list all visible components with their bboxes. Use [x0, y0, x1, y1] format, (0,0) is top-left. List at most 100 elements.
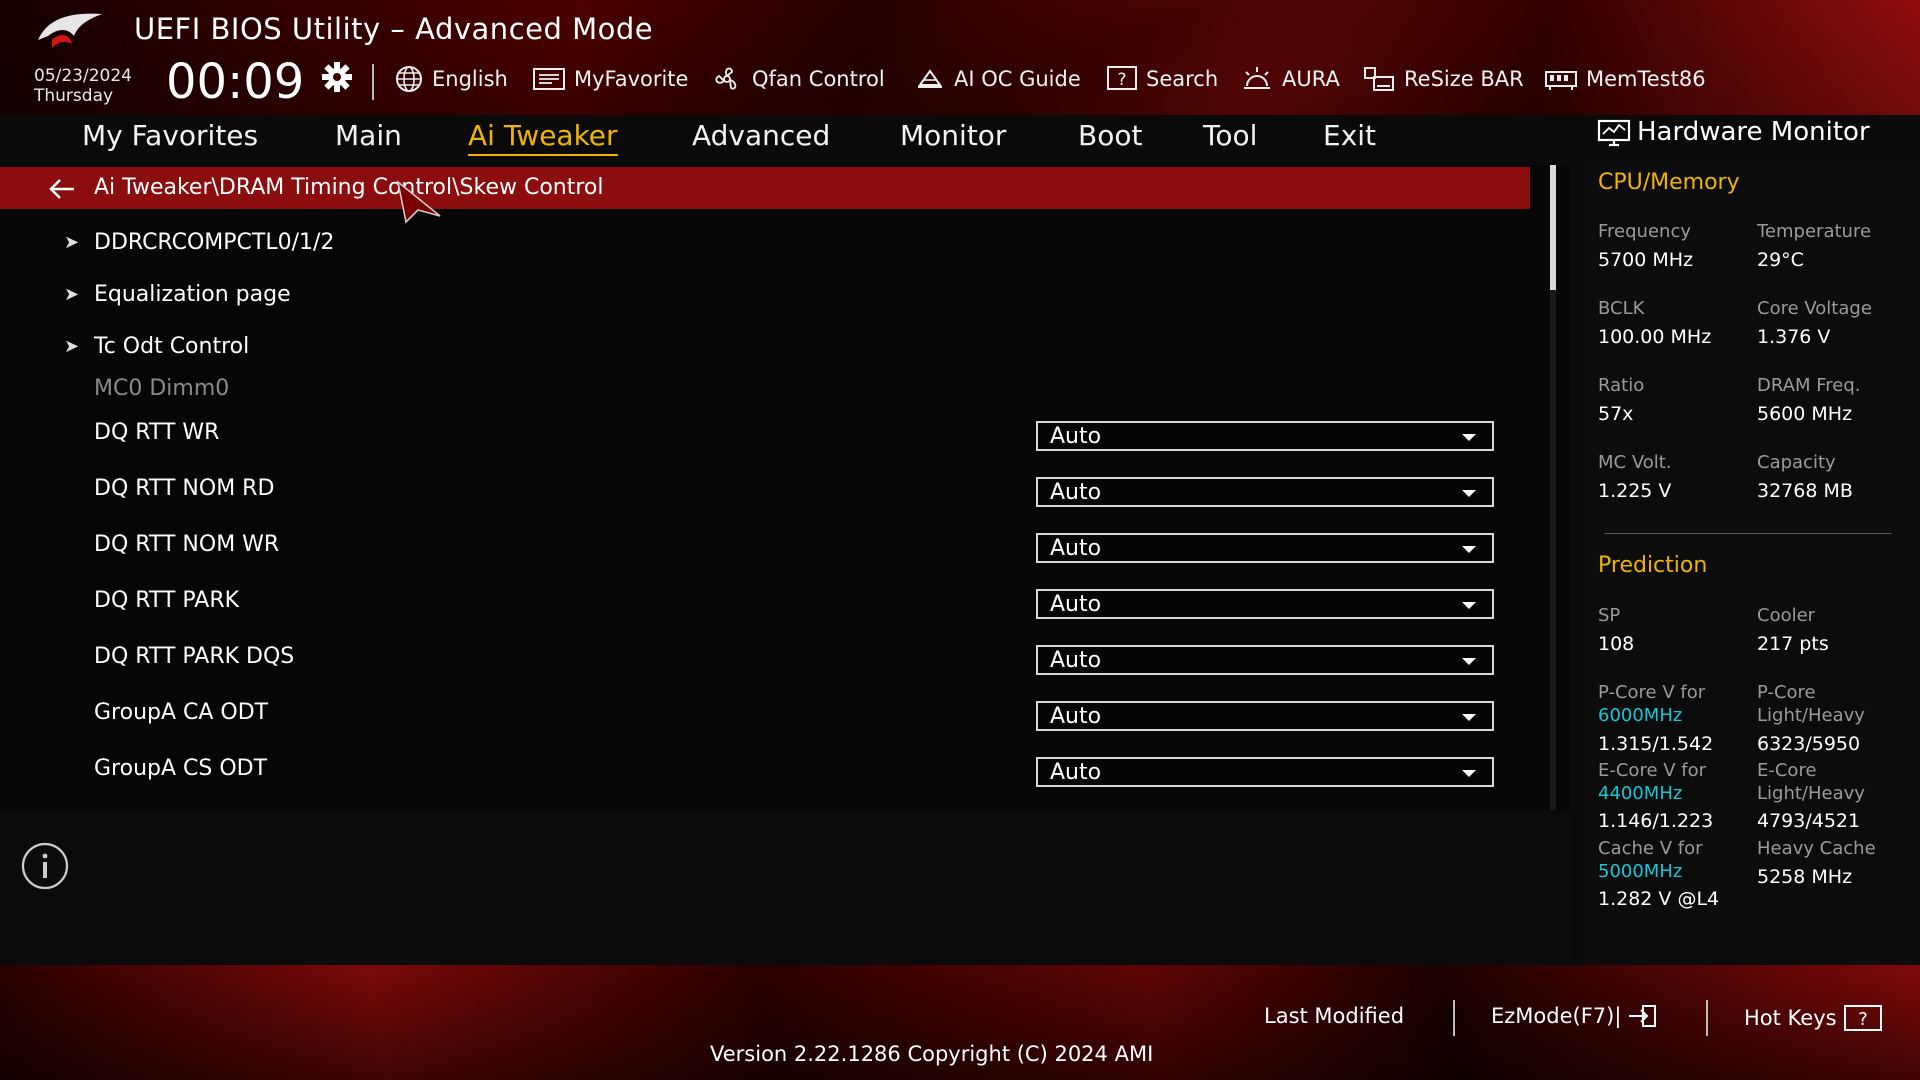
- hw-label-core-voltage: Core Voltage: [1757, 298, 1872, 319]
- hw-value-dram-freq: 5600 MHz: [1757, 403, 1853, 425]
- tab-exit[interactable]: Exit: [1323, 116, 1376, 156]
- myfavorite-label: MyFavorite: [574, 67, 689, 91]
- info-icon: [21, 842, 69, 890]
- exit-arrow-icon: [1629, 1005, 1657, 1027]
- setting-label-dq-rtt-nom-rd: DQ RTT NOM RD: [94, 476, 275, 501]
- scrollbar-thumb[interactable]: [1550, 165, 1556, 290]
- hw-label-bclk: BCLK: [1598, 298, 1645, 319]
- breadcrumb: Ai Tweaker\DRAM Timing Control\Skew Cont…: [94, 175, 604, 200]
- submenu-tc-odt-control[interactable]: ➤ Tc Odt Control: [64, 330, 249, 362]
- submenu-equalization-page[interactable]: ➤ Equalization page: [64, 278, 291, 310]
- resize-bar-label: ReSize BAR: [1404, 67, 1524, 91]
- fan-icon: [715, 67, 737, 90]
- submenu-label: DDRCRCOMPCTL0/1/2: [94, 229, 335, 255]
- hardware-monitor-title: Hardware Monitor: [1637, 117, 1870, 147]
- dq-rtt-wr-select[interactable]: Auto: [1036, 421, 1494, 451]
- aura-icon: [1244, 67, 1270, 89]
- hw-value-core-voltage: 1.376 V: [1757, 326, 1831, 348]
- select-value: Auto: [1050, 759, 1102, 785]
- hw-value-pcore-v: 1.315/1.542: [1598, 733, 1714, 755]
- qfan-control-button[interactable]: Qfan Control: [710, 64, 885, 94]
- ezmode-button[interactable]: EzMode(F7)|: [1491, 1004, 1657, 1028]
- gear-icon[interactable]: [320, 60, 354, 94]
- setting-label-dq-rtt-park-dqs: DQ RTT PARK DQS: [94, 644, 295, 669]
- hw-label-ratio: Ratio: [1598, 375, 1645, 396]
- setting-label-dq-rtt-wr: DQ RTT WR: [94, 420, 220, 445]
- hw-label-capacity: Capacity: [1757, 452, 1836, 473]
- dropdown-arrow-icon: [1462, 490, 1476, 497]
- clock-display[interactable]: 00:09: [166, 54, 304, 110]
- submenu-ddrcrcompctl[interactable]: ➤ DDRCRCOMPCTL0/1/2: [64, 226, 334, 258]
- tab-my-favorites[interactable]: My Favorites: [82, 116, 258, 156]
- dq-rtt-nom-wr-select[interactable]: Auto: [1036, 533, 1494, 563]
- favorite-icon: [533, 68, 565, 90]
- tab-monitor[interactable]: Monitor: [900, 116, 1006, 156]
- select-value: Auto: [1050, 647, 1102, 673]
- date-display: 05/23/2024 Thursday: [34, 66, 132, 106]
- hw-value-ratio: 57x: [1598, 403, 1634, 425]
- memtest-icon: [1545, 71, 1577, 90]
- ai-oc-guide-icon: [918, 69, 942, 88]
- ai-oc-guide-button[interactable]: AI OC Guide: [914, 64, 1081, 94]
- svg-text:?: ?: [1858, 1009, 1868, 1030]
- hw-label-heavy-cache: Heavy Cache: [1757, 838, 1876, 859]
- hw-label-cooler: Cooler: [1757, 605, 1816, 626]
- hw-value-ecore-v: 1.146/1.223: [1598, 810, 1714, 832]
- back-arrow-icon[interactable]: [48, 178, 76, 200]
- dq-rtt-nom-rd-select[interactable]: Auto: [1036, 477, 1494, 507]
- hw-value-cooler: 217 pts: [1757, 633, 1829, 655]
- language-button[interactable]: English: [394, 64, 508, 94]
- dropdown-arrow-icon: [1462, 658, 1476, 665]
- language-label: English: [432, 67, 508, 91]
- search-label: Search: [1146, 67, 1219, 91]
- setting-label-dq-rtt-nom-wr: DQ RTT NOM WR: [94, 532, 280, 557]
- monitor-icon: [1597, 119, 1631, 147]
- setting-label-dq-rtt-park: DQ RTT PARK: [94, 588, 240, 613]
- hw-label-sp: SP: [1598, 605, 1621, 626]
- tab-ai-tweaker[interactable]: Ai Tweaker: [468, 116, 618, 156]
- dropdown-arrow-icon: [1462, 714, 1476, 721]
- dq-rtt-park-select[interactable]: Auto: [1036, 589, 1494, 619]
- group-label: MC0 Dimm0: [94, 376, 230, 401]
- last-modified-label: Last Modified: [1264, 1004, 1405, 1028]
- hw-label-frequency: Frequency: [1598, 221, 1691, 242]
- search-button[interactable]: ? Search: [1106, 64, 1218, 94]
- hw-value-pcore-lh: 6323/5950: [1757, 733, 1861, 755]
- dropdown-arrow-icon: [1462, 770, 1476, 777]
- memtest86-button[interactable]: MemTest86: [1544, 64, 1706, 94]
- hw-value-frequency: 5700 MHz: [1598, 249, 1694, 271]
- hot-keys-button[interactable]: Hot Keys ?: [1744, 1004, 1883, 1032]
- hw-label-cache-v: Cache V for: [1598, 838, 1703, 859]
- tab-advanced[interactable]: Advanced: [692, 116, 830, 156]
- question-box-icon: ?: [1843, 1005, 1882, 1031]
- resize-bar-button[interactable]: ReSize BAR: [1362, 64, 1524, 94]
- tab-main[interactable]: Main: [335, 116, 402, 156]
- memtest86-label: MemTest86: [1586, 67, 1706, 91]
- hw-label-pcore-lh-2: Light/Heavy: [1757, 705, 1865, 726]
- hw-freq-pcore: 6000MHz: [1598, 705, 1683, 726]
- aura-button[interactable]: AURA: [1240, 64, 1340, 94]
- submenu-label: Equalization page: [94, 281, 291, 307]
- hot-keys-label: Hot Keys: [1744, 1006, 1837, 1030]
- tab-boot[interactable]: Boot: [1078, 116, 1142, 156]
- hw-label-dram-freq: DRAM Freq.: [1757, 375, 1861, 396]
- myfavorite-button[interactable]: MyFavorite: [532, 64, 688, 94]
- last-modified-button[interactable]: Last Modified: [1264, 1004, 1404, 1028]
- hw-label-ecore-lh-2: Light/Heavy: [1757, 783, 1865, 804]
- ai-oc-guide-label: AI OC Guide: [954, 67, 1081, 91]
- dropdown-arrow-icon: [1462, 434, 1476, 441]
- hw-freq-cache: 5000MHz: [1598, 861, 1683, 882]
- help-search-icon: ?: [1107, 66, 1137, 90]
- dropdown-arrow-icon: [1462, 546, 1476, 553]
- groupa-cs-odt-select[interactable]: Auto: [1036, 757, 1494, 787]
- qfan-control-label: Qfan Control: [752, 67, 885, 91]
- select-value: Auto: [1050, 423, 1102, 449]
- aura-label: AURA: [1282, 67, 1340, 91]
- groupa-ca-odt-select[interactable]: Auto: [1036, 701, 1494, 731]
- hw-value-sp: 108: [1598, 633, 1635, 655]
- tab-tool[interactable]: Tool: [1203, 116, 1257, 156]
- select-value: Auto: [1050, 591, 1102, 617]
- dq-rtt-park-dqs-select[interactable]: Auto: [1036, 645, 1494, 675]
- help-panel: [0, 812, 1570, 964]
- setting-label-groupa-cs-odt: GroupA CS ODT: [94, 756, 268, 781]
